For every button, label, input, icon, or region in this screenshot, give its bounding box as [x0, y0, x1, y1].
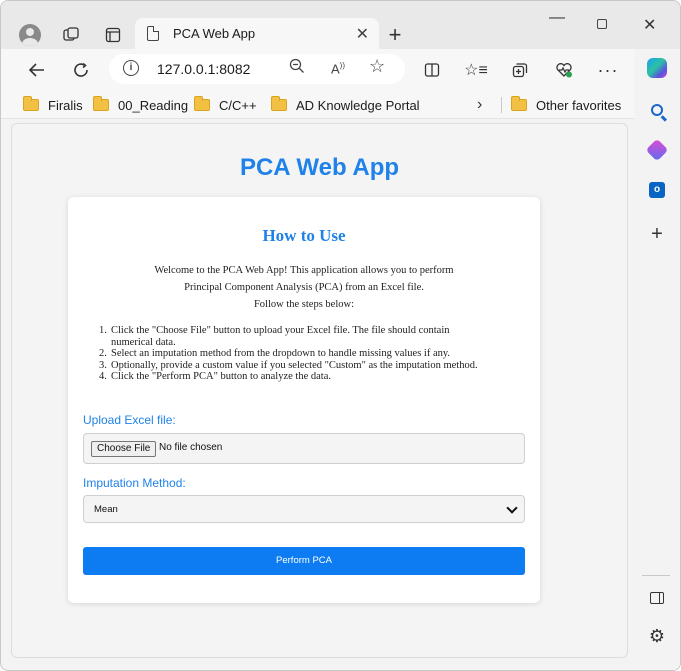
imputation-label: Imputation Method: — [83, 476, 186, 490]
tab-actions-button[interactable] — [99, 21, 127, 49]
tab-pca-web-app[interactable]: PCA Web App ✕ — [135, 18, 379, 50]
form-card: How to Use Welcome to the PCA Web App! T… — [68, 197, 540, 603]
favorites-divider — [501, 97, 502, 113]
imputation-value: Mean — [94, 504, 118, 515]
folder-icon — [511, 96, 527, 111]
minimize-button[interactable]: — — [549, 9, 565, 27]
chevron-down-icon — [506, 502, 518, 514]
other-favorites[interactable]: Other favorites — [511, 96, 621, 114]
instructions-list: 1. Click the "Choose File" button to uplo… — [99, 325, 521, 383]
copilot-icon[interactable] — [646, 57, 668, 79]
split-screen-icon[interactable] — [421, 59, 443, 81]
sidebar-panel-icon[interactable] — [646, 587, 668, 609]
info-icon[interactable]: i — [123, 60, 139, 76]
intro-text: Welcome to the PCA Web App! This applica… — [154, 265, 454, 310]
list-item: 3. Optionally, provide a custom value if … — [99, 359, 478, 371]
list-item: 2. Select an imputation method from the d… — [99, 348, 451, 359]
page-icon — [147, 26, 159, 41]
favorites-icon[interactable]: ☆≡ — [464, 59, 488, 81]
workspaces-icon — [63, 27, 79, 41]
folder-icon — [271, 96, 287, 111]
tab-actions-icon — [105, 27, 121, 43]
window-close-button[interactable]: ✕ — [643, 15, 656, 35]
how-to-heading: How to Use — [262, 226, 346, 245]
favorites-bar: Firalis 00_Reading C/C++ AD Knowledge Po… — [1, 91, 680, 119]
chevron-right-icon[interactable]: › — [477, 96, 482, 114]
favorite-folder[interactable]: AD Knowledge Portal — [271, 96, 420, 114]
new-tab-icon[interactable]: + — [381, 21, 409, 49]
folder-icon — [194, 96, 210, 111]
perform-pca-button[interactable]: Perform PCA — [83, 547, 525, 575]
favorite-folder[interactable]: 00_Reading — [93, 96, 188, 114]
upload-label: Upload Excel file: — [83, 413, 176, 427]
folder-icon — [23, 96, 39, 111]
favorite-folder[interactable]: Firalis — [23, 96, 83, 114]
tab-title: PCA Web App — [173, 26, 256, 41]
zoom-icon[interactable] — [289, 58, 305, 79]
list-item: 4. Click the "Perform PCA" button to anal… — [99, 371, 331, 382]
page-viewport: PCA Web App How to Use Welcome to the PC… — [11, 123, 628, 658]
tab-bar: PCA Web App ✕ + — ✕ — [1, 1, 680, 50]
read-aloud-icon[interactable]: A)) — [331, 61, 345, 76]
refresh-icon[interactable] — [67, 56, 95, 84]
browser-window: PCA Web App ✕ + — ✕ i 127.0.0.1:8082 A))… — [0, 0, 681, 671]
folder-icon — [93, 96, 109, 111]
workspaces-button[interactable] — [57, 21, 85, 49]
url-text[interactable]: 127.0.0.1:8082 — [157, 61, 250, 77]
add-icon[interactable]: + — [646, 223, 668, 245]
maximize-button[interactable] — [597, 19, 607, 29]
search-icon[interactable] — [646, 99, 668, 121]
sidebar-divider — [642, 575, 670, 576]
address-bar[interactable]: i 127.0.0.1:8082 A)) ☆ — [109, 54, 405, 84]
gear-icon[interactable]: ⚙ — [646, 625, 668, 647]
more-icon[interactable]: ··· — [597, 59, 619, 81]
games-icon[interactable] — [645, 138, 669, 162]
address-row: i 127.0.0.1:8082 A)) ☆ ☆≡ ··· — [1, 49, 680, 91]
favorite-star-icon[interactable]: ☆ — [369, 56, 385, 77]
favorite-folder[interactable]: C/C++ — [194, 96, 257, 114]
collections-icon[interactable] — [509, 59, 531, 81]
profile-icon — [19, 24, 41, 46]
file-input[interactable]: Choose File No file chosen — [83, 433, 525, 464]
back-icon[interactable] — [23, 56, 51, 84]
file-status: No file chosen — [159, 442, 223, 453]
health-icon[interactable] — [553, 59, 575, 81]
list-item: 1. Click the "Choose File" button to uplo… — [99, 325, 450, 348]
outlook-icon[interactable]: o — [646, 179, 668, 201]
imputation-select[interactable]: Mean — [83, 495, 525, 523]
profile-button[interactable] — [15, 21, 45, 49]
close-icon[interactable]: ✕ — [356, 24, 369, 44]
edge-sidebar: o + ⚙ — [634, 49, 680, 670]
choose-file-button[interactable]: Choose File — [91, 441, 157, 457]
page-title: PCA Web App — [239, 154, 400, 181]
